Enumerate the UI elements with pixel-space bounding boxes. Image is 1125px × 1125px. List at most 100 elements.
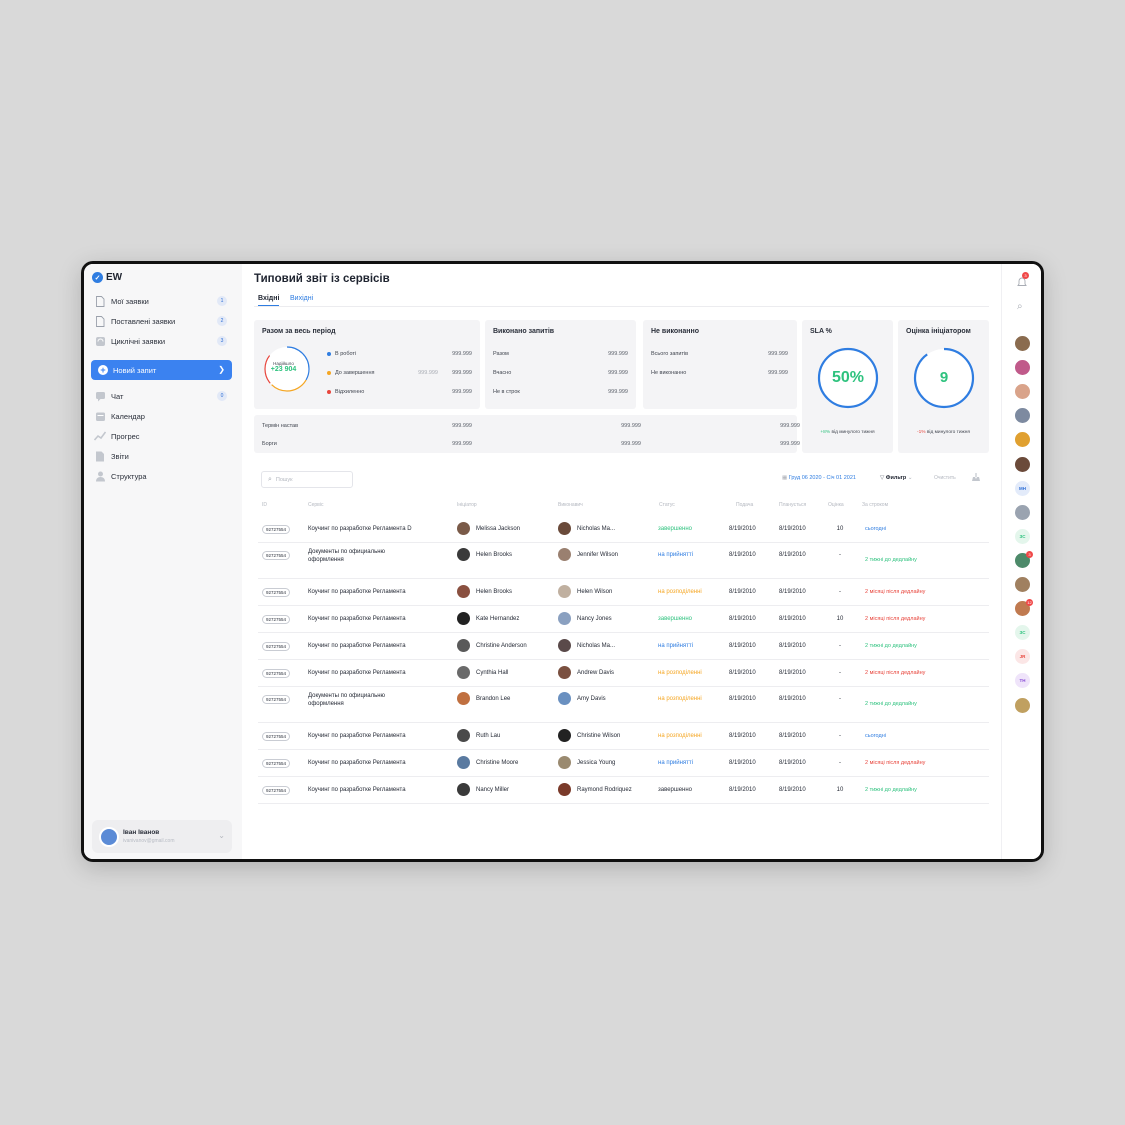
contact-avatar[interactable] bbox=[1015, 432, 1030, 448]
sidebar-item-calendar[interactable]: Календар bbox=[94, 409, 231, 423]
tab-outgoing[interactable]: Вихідні bbox=[290, 295, 313, 302]
table-row[interactable]: 92727554 Коучинг по разработке Регламента… bbox=[258, 777, 989, 804]
contact-avatar[interactable] bbox=[1015, 504, 1030, 520]
service-name: Коучинг по разработке Регламента bbox=[308, 670, 406, 676]
logo[interactable]: ✓ EW bbox=[92, 272, 122, 283]
sla-value: 50% bbox=[831, 369, 865, 386]
chevron-down-icon[interactable]: ⌄ bbox=[218, 831, 225, 840]
col-service[interactable]: Сервіс bbox=[308, 502, 323, 508]
contact-avatar[interactable]: ЗС bbox=[1015, 625, 1030, 641]
status-badge: на розподіленні bbox=[658, 733, 702, 739]
col-status[interactable]: Статус bbox=[659, 502, 675, 508]
search-icon[interactable]: ⌕ bbox=[1017, 301, 1023, 312]
done-row-value: 999.999 bbox=[608, 351, 628, 357]
sidebar-item-structure[interactable]: Структура bbox=[94, 469, 231, 483]
export-icon[interactable] bbox=[971, 473, 981, 484]
request-id: 92727554 bbox=[262, 588, 291, 597]
ring-label: Надійшло +23 904 bbox=[263, 361, 304, 373]
rating-value: - bbox=[839, 760, 841, 766]
sidebar-item-label: Мої заявки bbox=[111, 296, 149, 306]
new-request-button[interactable]: + Новий запит ❯ bbox=[91, 360, 232, 380]
sidebar-item-cyclic-requests[interactable]: Циклічні заявки 3 bbox=[94, 334, 231, 348]
table-row[interactable]: 92727554 Коучинг по разработке Регламента… bbox=[258, 723, 989, 750]
card-completed: Виконано запитів Разом 999.999 Вчасно 99… bbox=[485, 320, 636, 409]
col-id[interactable]: ID bbox=[262, 502, 267, 508]
count-badge: 1 bbox=[217, 296, 227, 306]
col-submitted[interactable]: Подача bbox=[736, 502, 753, 508]
executor-name: Helen Wilson bbox=[577, 589, 613, 595]
card-total-period: Разом за весь період Надійшло +23 904 В … bbox=[254, 320, 480, 409]
red-dot-icon bbox=[327, 389, 331, 394]
contact-avatar[interactable]: JR bbox=[1015, 649, 1030, 665]
plus-icon: + bbox=[98, 365, 108, 375]
sidebar-item-placed-requests[interactable]: Поставлені заявки 2 bbox=[94, 314, 231, 328]
term-status: 2 місяці після дедлайну bbox=[865, 760, 926, 766]
tab-incoming[interactable]: Вхідні bbox=[258, 295, 280, 306]
table-row[interactable]: 92727554 Коучинг по разработке Регламента… bbox=[258, 750, 989, 777]
sidebar: ✓ EW Мої заявки 1 Поставлені заявки 2 Ци… bbox=[84, 264, 242, 859]
notdone-row-label: Не виконанно bbox=[651, 370, 687, 376]
table-row[interactable]: 92727554 Коучинг по разработке Регламента… bbox=[258, 633, 989, 660]
contact-avatar[interactable] bbox=[1015, 360, 1030, 376]
col-rating[interactable]: Оцінка bbox=[828, 502, 844, 508]
executor-name: Nicholas Ma... bbox=[577, 526, 616, 532]
term-status: сьогодні bbox=[865, 526, 886, 532]
planned-date: 8/19/2010 bbox=[779, 552, 806, 558]
sidebar-item-reports[interactable]: Звіти bbox=[94, 449, 231, 463]
sla-delta-note: +8% від минулого тижня bbox=[820, 430, 875, 435]
table-row[interactable]: 92727554 Коучинг по разработке Регламента… bbox=[258, 516, 989, 543]
date-range-picker[interactable]: ▦ Груд 06 2020 - Січ 01 2021 bbox=[782, 475, 856, 481]
table-row[interactable]: 92727554 Коучинг по разработке Регламента… bbox=[258, 579, 989, 606]
status-badge: на розподіленні bbox=[658, 670, 702, 676]
contact-avatar[interactable]: MH bbox=[1015, 480, 1030, 496]
executor-avatar bbox=[558, 639, 571, 652]
sidebar-item-label: Прогрес bbox=[111, 431, 140, 441]
main-content: Типовий звіт із сервісів Вхідні Вихідні … bbox=[242, 264, 1001, 859]
sidebar-item-label: Циклічні заявки bbox=[111, 336, 166, 346]
initiator-avatar bbox=[457, 522, 470, 535]
contact-avatar[interactable] bbox=[1015, 336, 1030, 351]
user-profile[interactable]: Іван Іванов ivanivanov@gmail.com ⌄ bbox=[92, 820, 232, 853]
table-row[interactable]: 92727554 Коучинг по разработке Регламента… bbox=[258, 660, 989, 687]
clear-button[interactable]: Очистить bbox=[934, 475, 956, 481]
sidebar-item-my-requests[interactable]: Мої заявки 1 bbox=[94, 294, 231, 308]
doc-icon bbox=[94, 315, 106, 327]
bell-icon[interactable]: 3 bbox=[1017, 272, 1029, 293]
sidebar-item-label: Календар bbox=[111, 411, 145, 421]
contact-avatar[interactable] bbox=[1015, 384, 1030, 400]
contact-avatar[interactable]: TH bbox=[1015, 673, 1030, 689]
progress-icon bbox=[94, 430, 106, 442]
contact-avatar[interactable]: ЗС bbox=[1015, 528, 1030, 544]
term-status: 2 тижні до дедлайну bbox=[865, 643, 917, 649]
contact-avatar[interactable] bbox=[1015, 408, 1030, 424]
search-input[interactable]: ⌕ Пошук bbox=[261, 471, 353, 488]
search-icon: ⌕ bbox=[268, 475, 272, 483]
col-initiator[interactable]: Ініціатор bbox=[457, 502, 477, 508]
count-badge: 0 bbox=[217, 391, 227, 401]
table-row[interactable]: 92727554 Документы по официальню оформленн… bbox=[258, 687, 989, 723]
filter-button[interactable]: ▽ Фильтр ⌄ bbox=[880, 475, 912, 481]
table-row[interactable]: 92727554 Документы по официальню оформленн… bbox=[258, 543, 989, 579]
table-row[interactable]: 92727554 Коучинг по разработке Регламента… bbox=[258, 606, 989, 633]
service-name: Коучинг по разработке Регламента bbox=[308, 787, 406, 793]
user-email: ivanivanov@gmail.com bbox=[123, 838, 175, 844]
executor-avatar bbox=[558, 666, 571, 679]
initiator-name: Christine Anderson bbox=[476, 643, 527, 649]
status-badge: завершенно bbox=[658, 787, 692, 793]
card-title: Виконано запитів bbox=[493, 328, 555, 335]
request-id: 92727554 bbox=[262, 732, 291, 741]
cycle-icon bbox=[94, 335, 106, 347]
rating-value: 10 bbox=[836, 526, 844, 532]
col-planned[interactable]: Планується bbox=[779, 502, 806, 508]
contact-avatar[interactable] bbox=[1015, 456, 1030, 472]
sidebar-item-chat[interactable]: Чат 0 bbox=[94, 389, 231, 403]
contact-avatar[interactable] bbox=[1015, 577, 1030, 592]
sidebar-item-progress[interactable]: Прогрес bbox=[94, 429, 231, 443]
col-executor[interactable]: Виконавич bbox=[558, 502, 583, 508]
contact-avatar[interactable] bbox=[1015, 697, 1030, 713]
new-request-label: Новий запит bbox=[113, 365, 157, 375]
rating-value: - bbox=[839, 589, 841, 595]
request-id: 92727554 bbox=[262, 669, 291, 678]
col-term[interactable]: За строком bbox=[862, 502, 888, 508]
request-id: 92727554 bbox=[262, 695, 291, 704]
